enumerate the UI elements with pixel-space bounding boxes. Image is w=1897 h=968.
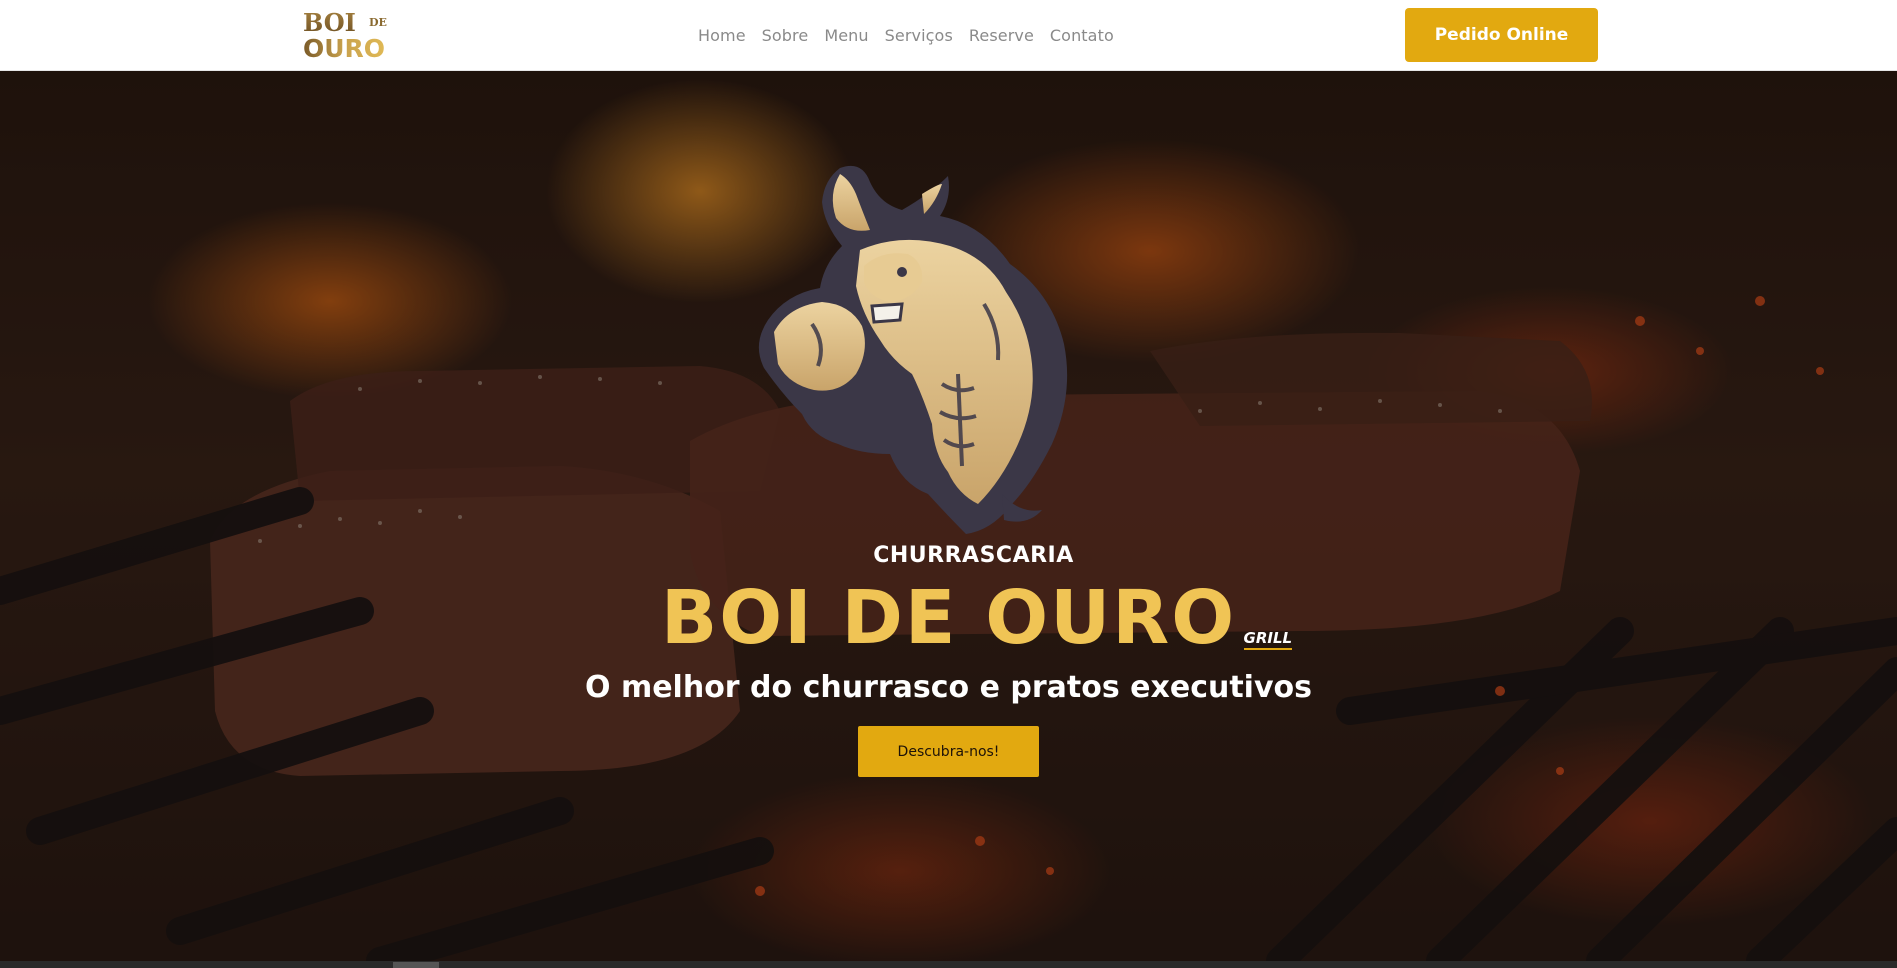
hero-content: CHURRASCARIA BOI DE OURO GRILL O melhor … (0, 543, 1897, 777)
hero-eyebrow: CHURRASCARIA (873, 543, 1074, 568)
nav-link-servicos[interactable]: Serviços (885, 26, 953, 45)
hero-grill-tag: GRILL (1243, 629, 1293, 650)
bottom-scrollbar[interactable] (0, 961, 1897, 968)
nav-link-home[interactable]: Home (698, 26, 746, 45)
hero-subtitle: O melhor do churrasco e pratos executivo… (585, 670, 1312, 705)
nav-link-sobre[interactable]: Sobre (762, 26, 809, 45)
hero-section: CHURRASCARIA BOI DE OURO GRILL O melhor … (0, 71, 1897, 961)
hero-title: BOI DE OURO (660, 575, 1237, 661)
brand-logo[interactable]: BOI DE OURO (302, 9, 406, 61)
logo-de-text: DE (369, 16, 387, 29)
hero-title-row: BOI DE OURO GRILL (660, 574, 1293, 662)
discover-button[interactable]: Descubra-nos! (858, 726, 1039, 777)
muscular-bull-mascot-icon (758, 165, 1068, 534)
top-navbar: BOI DE OURO Home Sobre Menu Serviços Res… (0, 0, 1897, 71)
logo-boi-text: BOI (303, 9, 356, 37)
nav-link-reserve[interactable]: Reserve (969, 26, 1034, 45)
nav-link-contato[interactable]: Contato (1050, 26, 1114, 45)
nav-link-menu[interactable]: Menu (824, 26, 868, 45)
scrollbar-thumb[interactable] (393, 962, 439, 968)
order-online-button[interactable]: Pedido Online (1405, 8, 1598, 62)
boi-de-ouro-logo-icon: BOI DE OURO (303, 9, 387, 61)
main-navigation: Home Sobre Menu Serviços Reserve Contato (698, 0, 1114, 71)
logo-ouro-text: OURO (303, 34, 385, 61)
